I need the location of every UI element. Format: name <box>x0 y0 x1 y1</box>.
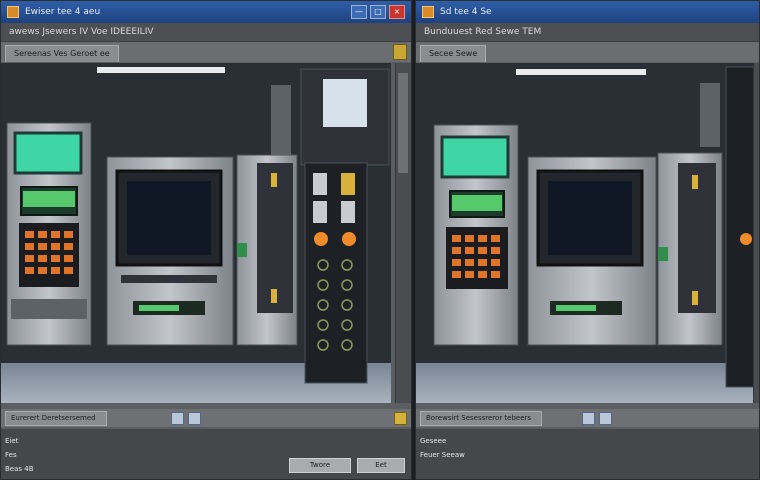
right-info-pane: Geseee Feuer Seeaw <box>416 429 759 479</box>
right-menubar[interactable]: Bunduuest Red Sewe TEM <box>416 23 759 42</box>
right-tabstrip: Secee Sewe <box>416 42 759 62</box>
left-window: Ewiser tee 4 aeu — □ × awews Jsewers IV … <box>0 0 412 480</box>
left-footer-button-1[interactable]: Twore <box>289 458 351 473</box>
app-icon <box>7 6 19 18</box>
status-info-icon[interactable] <box>188 411 201 425</box>
right-window: Sd tee 4 Se Bunduuest Red Sewe TEM Secee… <box>415 0 760 480</box>
left-tabstrip: Sereenas Ves Geroet ee <box>1 42 411 62</box>
left-footer-button-2[interactable]: Eet <box>357 458 405 473</box>
right-scene <box>416 63 756 403</box>
info-line: Geseee <box>420 437 447 445</box>
left-window-title: Ewiser tee 4 aeu <box>25 7 101 17</box>
right-viewport <box>416 63 756 403</box>
left-tab[interactable]: Sereenas Ves Geroet ee <box>5 45 119 62</box>
status-info-icon[interactable] <box>171 411 184 425</box>
right-tab[interactable]: Secee Sewe <box>420 45 487 62</box>
right-window-title: Sd tee 4 Se <box>440 7 492 17</box>
right-statusbar: Borewsirt Sesessreror tebeers <box>416 409 759 427</box>
info-line: Eiet <box>5 437 19 445</box>
status-info-icon[interactable] <box>599 411 612 425</box>
right-titlebar[interactable]: Sd tee 4 Se <box>416 1 759 23</box>
status-warning-icon[interactable] <box>394 411 407 425</box>
left-scrollbar[interactable] <box>395 63 411 403</box>
scroll-up-icon[interactable] <box>393 44 407 60</box>
left-menubar[interactable]: awews Jsewers IV Voe IDEEEILIV <box>1 23 411 42</box>
left-statusbar: Eurerert Deretsersemed <box>1 409 411 427</box>
left-scrollbar-thumb[interactable] <box>398 73 408 173</box>
left-status-field: Eurerert Deretsersemed <box>5 410 107 426</box>
right-status-field: Borewsirt Sesessreror tebeers <box>420 410 542 426</box>
left-scene <box>1 63 391 403</box>
left-titlebar[interactable]: Ewiser tee 4 aeu — □ × <box>1 1 411 23</box>
app-icon <box>422 6 434 18</box>
minimize-icon[interactable]: — <box>351 5 367 19</box>
status-info-icon[interactable] <box>582 411 595 425</box>
left-viewport <box>1 63 391 403</box>
close-icon[interactable]: × <box>389 5 405 19</box>
maximize-icon[interactable]: □ <box>370 5 386 19</box>
right-scrollbar[interactable] <box>753 63 759 403</box>
info-line: Feuer Seeaw <box>420 451 465 459</box>
